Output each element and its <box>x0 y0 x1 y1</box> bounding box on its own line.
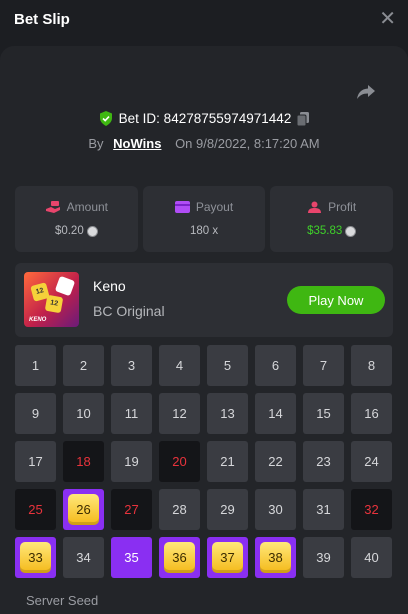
stat-amount-value: $0.20 <box>54 225 84 237</box>
copy-icon[interactable] <box>297 111 310 126</box>
keno-cell-34: 34 <box>63 537 104 578</box>
bet-datetime: 9/8/2022, 8:17:20 AM <box>196 136 320 151</box>
keno-cell-27: 27 <box>111 489 152 530</box>
keno-cell-8: 8 <box>351 345 392 386</box>
game-name: Keno <box>93 278 126 294</box>
keno-cell-39: 39 <box>303 537 344 578</box>
keno-cell-37: 37 <box>207 537 248 578</box>
keno-cell-17: 17 <box>15 441 56 482</box>
stat-profit-value: $35.83 <box>307 225 343 237</box>
keno-thumbnail[interactable]: 12 12 KENO <box>24 272 79 327</box>
play-now-button[interactable]: Play Now <box>287 286 385 314</box>
keno-cell-14: 14 <box>255 393 296 434</box>
keno-cell-19: 19 <box>111 441 152 482</box>
keno-cell-18: 18 <box>63 441 104 482</box>
keno-cell-15: 15 <box>303 393 344 434</box>
keno-cell-26: 26 <box>63 489 104 530</box>
keno-cell-35: 35 <box>111 537 152 578</box>
keno-cell-5: 5 <box>207 345 248 386</box>
keno-grid: 1 2 3 4 5 6 7 8 9 10 11 12 13 14 15 16 17 18 19 20 21 22 23 24 2… <box>15 345 393 578</box>
game-provider: BC Original <box>93 303 165 319</box>
header: Bet Slip ✕ <box>0 0 408 40</box>
gem-icon: 38 <box>260 542 291 573</box>
keno-cell-3: 3 <box>111 345 152 386</box>
keno-cell-9: 9 <box>15 393 56 434</box>
username-link[interactable]: NoWins <box>113 136 161 151</box>
keno-cell-6: 6 <box>255 345 296 386</box>
gem-icon: 37 <box>212 542 243 573</box>
wallet-icon <box>174 201 190 213</box>
keno-cell-40: 40 <box>351 537 392 578</box>
keno-cell-1: 1 <box>15 345 56 386</box>
stat-amount: Amount $0.20 <box>15 186 138 252</box>
server-seed-label: Server Seed <box>26 593 99 608</box>
keno-cell-25: 25 <box>15 489 56 530</box>
close-icon[interactable]: ✕ <box>379 8 396 30</box>
stat-payout: Payout 180 x <box>142 186 266 252</box>
keno-cell-2: 2 <box>63 345 104 386</box>
coin-icon <box>86 225 98 237</box>
bet-id-row: Bet ID: 84278755974971442 <box>0 111 408 129</box>
keno-cell-20: 20 <box>159 441 200 482</box>
stat-payout-value: 180 x <box>189 225 219 237</box>
stat-payout-label: Payout <box>195 200 234 214</box>
coin-icon <box>345 225 357 237</box>
keno-cell-28: 28 <box>159 489 200 530</box>
keno-cell-30: 30 <box>255 489 296 530</box>
gem-icon: 33 <box>20 542 51 573</box>
stat-profit-label: Profit <box>328 200 357 214</box>
keno-cell-33: 33 <box>15 537 56 578</box>
by-label: By <box>88 136 104 151</box>
gem-icon: 26 <box>68 494 99 525</box>
gem-icon: 36 <box>164 542 195 573</box>
keno-cell-24: 24 <box>351 441 392 482</box>
keno-cell-7: 7 <box>303 345 344 386</box>
page-title: Bet Slip <box>14 11 70 28</box>
keno-cell-21: 21 <box>207 441 248 482</box>
stat-amount-label: Amount <box>66 200 109 214</box>
bettor-info: By NoWins On 9/8/2022, 8:17:20 AM <box>0 136 408 151</box>
keno-cell-13: 13 <box>207 393 248 434</box>
keno-cell-31: 31 <box>303 489 344 530</box>
keno-cell-36: 36 <box>159 537 200 578</box>
keno-cell-23: 23 <box>303 441 344 482</box>
keno-cell-12: 12 <box>159 393 200 434</box>
profit-user-icon <box>308 201 322 213</box>
keno-cell-10: 10 <box>63 393 104 434</box>
keno-cell-29: 29 <box>207 489 248 530</box>
keno-cell-4: 4 <box>159 345 200 386</box>
keno-cell-11: 11 <box>111 393 152 434</box>
money-hand-icon <box>45 201 60 213</box>
keno-cell-22: 22 <box>255 441 296 482</box>
share-icon[interactable] <box>356 84 376 105</box>
stat-profit: Profit $35.83 <box>270 186 394 252</box>
shield-check-icon <box>99 111 112 126</box>
game-card: 12 12 KENO Keno BC Original Play Now <box>15 263 393 337</box>
keno-cell-16: 16 <box>351 393 392 434</box>
bet-id-text: Bet ID: 84278755974971442 <box>118 111 292 126</box>
bet-stats: Amount $0.20 Payout 180 x Profit $35.83 <box>15 186 394 252</box>
on-label: On <box>175 136 193 151</box>
keno-cell-38: 38 <box>255 537 296 578</box>
keno-thumb-label: KENO <box>29 317 47 323</box>
keno-cell-32: 32 <box>351 489 392 530</box>
